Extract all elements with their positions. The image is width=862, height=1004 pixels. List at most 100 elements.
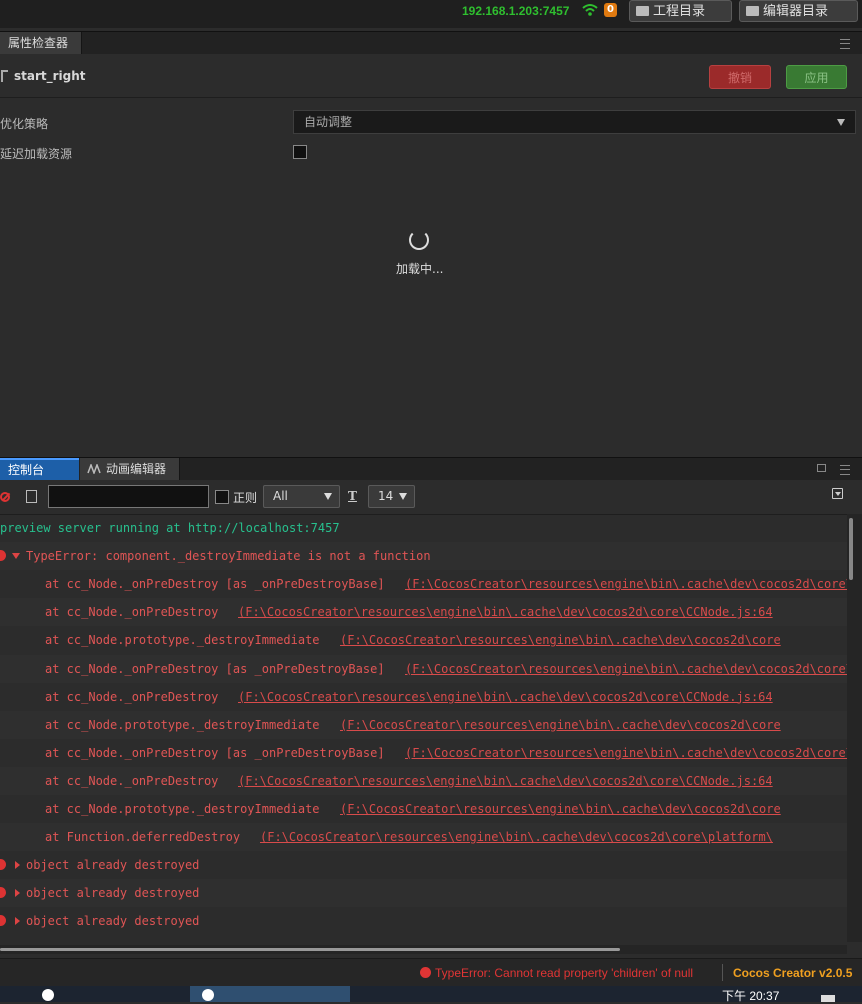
taskbar-clock: 下午 20:37 — [722, 989, 780, 1003]
log-message: object already destroyed — [26, 886, 200, 901]
stack-frame: at cc_Node.prototype._destroyImmediate — [45, 802, 320, 816]
animation-icon — [87, 464, 101, 474]
async-load-assets-checkbox[interactable] — [293, 145, 307, 159]
revert-button[interactable]: 撤销 — [709, 65, 771, 89]
source-link[interactable]: (F:\CocosCreator\resources\engine\bin\.c… — [340, 626, 781, 654]
log-row[interactable]: object already destroyed — [0, 851, 847, 879]
stack-frame: at cc_Node._onPreDestroy — [45, 605, 219, 620]
folder-icon — [636, 6, 649, 16]
tab-inspector[interactable]: 属性检查器 — [0, 32, 82, 54]
console-filter-input[interactable] — [48, 485, 209, 508]
stack-frame: at cc_Node.prototype._destroyImmediate — [45, 633, 320, 648]
open-log-file-icon[interactable] — [26, 490, 37, 503]
regex-checkbox[interactable] — [215, 490, 229, 504]
status-error-message[interactable]: TypeError: Cannot read property 'childre… — [435, 966, 693, 980]
cocos-logo-icon — [202, 989, 214, 1001]
taskbar-app-active[interactable] — [190, 986, 350, 1002]
error-icon — [420, 967, 431, 978]
log-message: object already destroyed — [26, 858, 200, 873]
apply-button[interactable]: 应用 — [786, 65, 847, 89]
stack-frame: at cc_Node._onPreDestroy [as _onPreDestr… — [45, 577, 385, 592]
chevron-down-icon — [324, 493, 332, 500]
loading-spinner-icon — [409, 230, 429, 250]
stack-trace-line: at cc_Node._onPreDestroy [as _onPreDestr… — [0, 570, 847, 598]
os-taskbar: 下午 20:37 — [0, 986, 862, 1003]
stack-trace-line: at cc_Node.prototype._destroyImmediate (F… — [0, 710, 847, 739]
source-link[interactable]: (F:\CocosCreator\resources\engine\bin\.c… — [238, 683, 773, 711]
popout-icon[interactable] — [817, 464, 826, 472]
stack-trace-line: at cc_Node._onPreDestroy (F:\CocosCreator… — [0, 683, 847, 711]
expand-down-icon[interactable] — [12, 553, 20, 560]
log-level-select[interactable]: All — [263, 485, 340, 508]
chevron-down-icon — [837, 119, 845, 126]
loading-text: 加载中... — [396, 262, 444, 276]
font-size-icon: T — [348, 489, 357, 503]
expand-right-icon[interactable] — [15, 917, 20, 926]
stack-frame: at cc_Node.prototype._destroyImmediate — [45, 717, 320, 732]
top-bar: 192.168.1.203:7457 0 工程目录 编辑器目录 — [0, 0, 862, 28]
error-icon — [0, 550, 6, 562]
source-link[interactable]: (F:\CocosCreator\resources\engine\bin\.c… — [238, 598, 773, 626]
source-link[interactable]: (F:\CocosCreator\resources\engine\bin\.c… — [405, 739, 847, 767]
source-link[interactable]: (F:\CocosCreator\resources\engine\bin\.c… — [340, 711, 781, 739]
log-message: TypeError: component._destroyImmediate i… — [26, 549, 431, 564]
error-icon — [0, 887, 6, 899]
status-bar: TypeError: Cannot read property 'childre… — [0, 958, 862, 987]
console-toolbar: 正则 All T 14 — [0, 480, 862, 515]
panel-menu-icon[interactable] — [840, 39, 850, 49]
stack-frame: at cc_Node._onPreDestroy [as _onPreDestr… — [45, 745, 385, 760]
font-size-select[interactable]: 14 — [368, 485, 415, 508]
stack-frame: at cc_Node._onPreDestroy — [45, 773, 219, 788]
source-link[interactable]: (F:\CocosCreator\resources\engine\bin\.c… — [260, 823, 773, 851]
cocos-logo-icon — [42, 989, 54, 1001]
optimization-policy-select[interactable]: 自动调整 — [293, 110, 856, 134]
stack-trace-line: at Function.deferredDestroy (F:\CocosCrea… — [0, 823, 847, 852]
log-message: object already destroyed — [26, 914, 200, 929]
stack-trace-line: at cc_Node._onPreDestroy [as _onPreDestr… — [0, 739, 847, 767]
tab-console[interactable]: 控制台 — [0, 458, 79, 481]
notification-icon[interactable] — [821, 995, 835, 1002]
stack-frame: at cc_Node._onPreDestroy [as _onPreDestr… — [45, 661, 385, 676]
expand-right-icon[interactable] — [15, 861, 20, 870]
stack-trace-line: at cc_Node._onPreDestroy (F:\CocosCreator… — [0, 598, 847, 627]
taskbar-app-cocos[interactable] — [40, 986, 140, 1002]
tab-animation-editor[interactable]: 动画编辑器 — [80, 458, 180, 481]
stack-trace-line: at cc_Node._onPreDestroy [as _onPreDestr… — [0, 654, 847, 683]
log-row[interactable]: TypeError: component._destroyImmediate i… — [0, 542, 847, 571]
log-row: preview server running at http://localho… — [0, 514, 847, 542]
log-message: preview server running at http://localho… — [0, 521, 340, 535]
stack-trace-line: at cc_Node.prototype._destroyImmediate (F… — [0, 795, 847, 823]
async-load-assets-label: 延迟加载资源 — [0, 147, 73, 161]
log-row[interactable]: object already destroyed — [0, 907, 847, 935]
log-row[interactable]: object already destroyed — [0, 879, 847, 908]
source-link[interactable]: (F:\CocosCreator\resources\engine\bin\.c… — [238, 767, 773, 795]
source-link[interactable]: (F:\CocosCreator\resources\engine\bin\.c… — [405, 570, 847, 598]
stack-frame: at Function.deferredDestroy — [45, 830, 241, 845]
open-editor-folder-button[interactable]: 编辑器目录 — [739, 0, 858, 22]
panel-menu-icon[interactable] — [840, 465, 850, 475]
status-divider — [722, 964, 723, 981]
console-tab-bar: 控制台 动画编辑器 — [0, 457, 862, 481]
source-link[interactable]: (F:\CocosCreator\resources\engine\bin\.c… — [405, 655, 847, 683]
inspector-tab-bar: 属性检查器 — [0, 31, 862, 54]
node-icon — [1, 70, 8, 82]
node-name: start_right — [14, 69, 86, 83]
collapse-all-icon[interactable] — [832, 488, 843, 499]
preview-ip-address: 192.168.1.203:7457 — [462, 4, 570, 18]
chevron-down-icon — [399, 493, 407, 500]
error-icon — [0, 859, 6, 871]
stack-frame: at cc_Node._onPreDestroy — [45, 689, 219, 704]
app-version: Cocos Creator v2.0.5 — [733, 966, 853, 980]
optimization-policy-label: 优化策略 — [0, 117, 49, 131]
node-header: start_right 撤销 应用 — [0, 53, 862, 98]
vertical-scroll-thumb[interactable] — [849, 518, 853, 580]
expand-right-icon[interactable] — [15, 889, 20, 898]
clear-console-icon[interactable] — [0, 492, 10, 502]
open-project-folder-button[interactable]: 工程目录 — [629, 0, 732, 22]
source-link[interactable]: (F:\CocosCreator\resources\engine\bin\.c… — [340, 795, 781, 823]
folder-icon — [746, 6, 759, 16]
stack-trace-line: at cc_Node._onPreDestroy (F:\CocosCreator… — [0, 766, 847, 795]
wifi-icon — [582, 4, 598, 16]
console-log-list[interactable]: preview server running at http://localho… — [0, 514, 847, 942]
horizontal-scroll-thumb[interactable] — [0, 948, 620, 951]
